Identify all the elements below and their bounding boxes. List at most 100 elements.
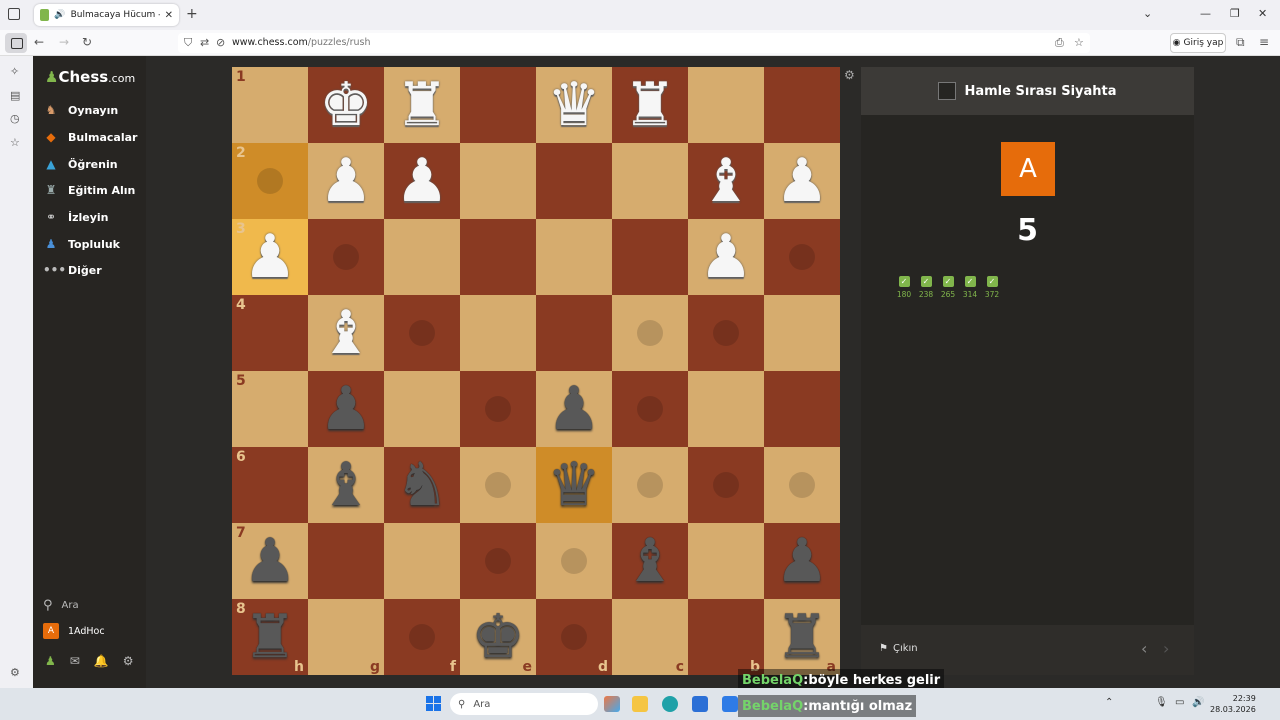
file-explorer-icon[interactable] [632, 696, 648, 712]
sidebar-item-community[interactable]: ♟ Topluluk [43, 233, 120, 255]
square-g7[interactable] [308, 523, 384, 599]
customize-gear-icon[interactable]: ⚙ [10, 666, 20, 679]
white-pawn-piece[interactable]: ♟ [699, 227, 753, 287]
square-c6[interactable] [612, 447, 688, 523]
menu-icon[interactable]: ≡ [1259, 35, 1269, 49]
white-pawn-piece[interactable]: ♟ [319, 151, 373, 211]
square-d2[interactable] [536, 143, 612, 219]
sidebar-item-play[interactable]: ♞ Oynayın [43, 99, 119, 121]
back-icon[interactable]: ← [34, 35, 44, 49]
black-pawn-piece[interactable]: ♟ [775, 531, 829, 591]
square-f5[interactable] [384, 371, 460, 447]
square-d1[interactable]: ♛ [536, 67, 612, 143]
square-c4[interactable] [612, 295, 688, 371]
white-bishop-piece[interactable]: ♝ [319, 303, 373, 363]
black-rook-piece[interactable]: ♜ [243, 607, 297, 667]
sidebar-item-more[interactable]: ••• Diğer [43, 259, 102, 281]
square-d6[interactable]: ♛ [536, 447, 612, 523]
square-h2[interactable]: 2 [232, 143, 308, 219]
black-knight-piece[interactable]: ♞ [395, 455, 449, 515]
move-hint-dot[interactable] [333, 244, 359, 270]
square-a5[interactable] [764, 371, 840, 447]
network-icon[interactable]: ▭ [1175, 697, 1184, 708]
square-b5[interactable] [688, 371, 764, 447]
bell-icon[interactable]: 🔔 [94, 654, 109, 668]
store-icon[interactable] [692, 696, 708, 712]
sidebar-item-watch[interactable]: ⚭ İzleyin [43, 206, 109, 228]
black-pawn-piece[interactable]: ♟ [547, 379, 601, 439]
square-c1[interactable]: ♜ [612, 67, 688, 143]
reader-icon[interactable]: ▤ [10, 89, 20, 102]
shield-icon[interactable]: ⛉ [184, 36, 192, 50]
move-hint-dot[interactable] [789, 244, 815, 270]
mail-icon[interactable]: ✉ [70, 654, 80, 668]
square-h5[interactable]: 5 [232, 371, 308, 447]
friends-icon[interactable]: ♟ [45, 654, 56, 668]
white-pawn-piece[interactable]: ♟ [243, 227, 297, 287]
move-hint-dot[interactable] [713, 320, 739, 346]
square-a2[interactable]: ♟ [764, 143, 840, 219]
square-c7[interactable]: ♝ [612, 523, 688, 599]
move-hint-dot[interactable] [485, 472, 511, 498]
square-h1[interactable]: 1 [232, 67, 308, 143]
close-tab-icon[interactable]: ✕ [165, 10, 173, 21]
white-rook-piece[interactable]: ♜ [623, 75, 677, 135]
next-arrow-icon[interactable]: › [1163, 639, 1169, 658]
square-f4[interactable] [384, 295, 460, 371]
bookmark-star-icon[interactable]: ☆ [1074, 36, 1084, 49]
square-a3[interactable] [764, 219, 840, 295]
square-e3[interactable] [460, 219, 536, 295]
minimize-icon[interactable]: — [1200, 7, 1211, 20]
black-king-piece[interactable]: ♚ [471, 607, 525, 667]
square-e8[interactable]: e ♚ [460, 599, 536, 675]
square-h4[interactable]: 4 [232, 295, 308, 371]
mail-app-icon[interactable] [722, 696, 738, 712]
black-rook-piece[interactable]: ♜ [775, 607, 829, 667]
sidebar-search[interactable]: ⚲ Ara [43, 598, 79, 613]
square-a7[interactable]: ♟ [764, 523, 840, 599]
black-bishop-piece[interactable]: ♝ [319, 455, 373, 515]
square-a4[interactable] [764, 295, 840, 371]
quit-button[interactable]: ⚑ Çıkın [879, 643, 918, 654]
square-c3[interactable] [612, 219, 688, 295]
white-queen-piece[interactable]: ♛ [547, 75, 601, 135]
maximize-icon[interactable]: ❐ [1230, 7, 1240, 20]
square-b2[interactable]: ♝ [688, 143, 764, 219]
square-h7[interactable]: 7 ♟ [232, 523, 308, 599]
square-d3[interactable] [536, 219, 612, 295]
copilot-icon[interactable] [604, 696, 620, 712]
move-hint-dot[interactable] [637, 320, 663, 346]
move-hint-dot[interactable] [561, 548, 587, 574]
square-f3[interactable] [384, 219, 460, 295]
move-hint-dot[interactable] [485, 396, 511, 422]
square-d8[interactable]: d [536, 599, 612, 675]
save-page-icon[interactable]: ⎙ [1055, 36, 1064, 50]
url-text[interactable]: www.chess.com/puzzles/rush [232, 37, 371, 48]
board-settings-gear-icon[interactable]: ⚙ [844, 68, 855, 82]
black-queen-piece[interactable]: ♛ [547, 455, 601, 515]
white-rook-piece[interactable]: ♜ [395, 75, 449, 135]
move-hint-dot[interactable] [485, 548, 511, 574]
sidebar-item-learn[interactable]: ▲ Öğrenin [43, 153, 117, 175]
square-f6[interactable]: ♞ [384, 447, 460, 523]
move-hint-dot[interactable] [409, 320, 435, 346]
square-e5[interactable] [460, 371, 536, 447]
square-b1[interactable] [688, 67, 764, 143]
settings-gear-icon[interactable]: ⚙ [123, 654, 134, 668]
move-hint-dot[interactable] [409, 624, 435, 650]
history-icon[interactable]: ◷ [10, 112, 20, 125]
move-hint-dot[interactable] [713, 472, 739, 498]
move-hint-dot[interactable] [561, 624, 587, 650]
move-hint-dot[interactable] [257, 168, 283, 194]
white-bishop-piece[interactable]: ♝ [699, 151, 753, 211]
square-f8[interactable]: f [384, 599, 460, 675]
square-g2[interactable]: ♟ [308, 143, 384, 219]
square-e2[interactable] [460, 143, 536, 219]
sidebar-item-train[interactable]: ♜ Eğitim Alın [43, 179, 136, 201]
bookmarks-icon[interactable]: ☆ [10, 136, 20, 149]
white-pawn-piece[interactable]: ♟ [775, 151, 829, 211]
square-f7[interactable] [384, 523, 460, 599]
permissions-icon[interactable]: ⇄ [200, 36, 209, 49]
square-h3[interactable]: 3 ♟ [232, 219, 308, 295]
volume-icon[interactable]: 🔊 [1192, 697, 1204, 708]
